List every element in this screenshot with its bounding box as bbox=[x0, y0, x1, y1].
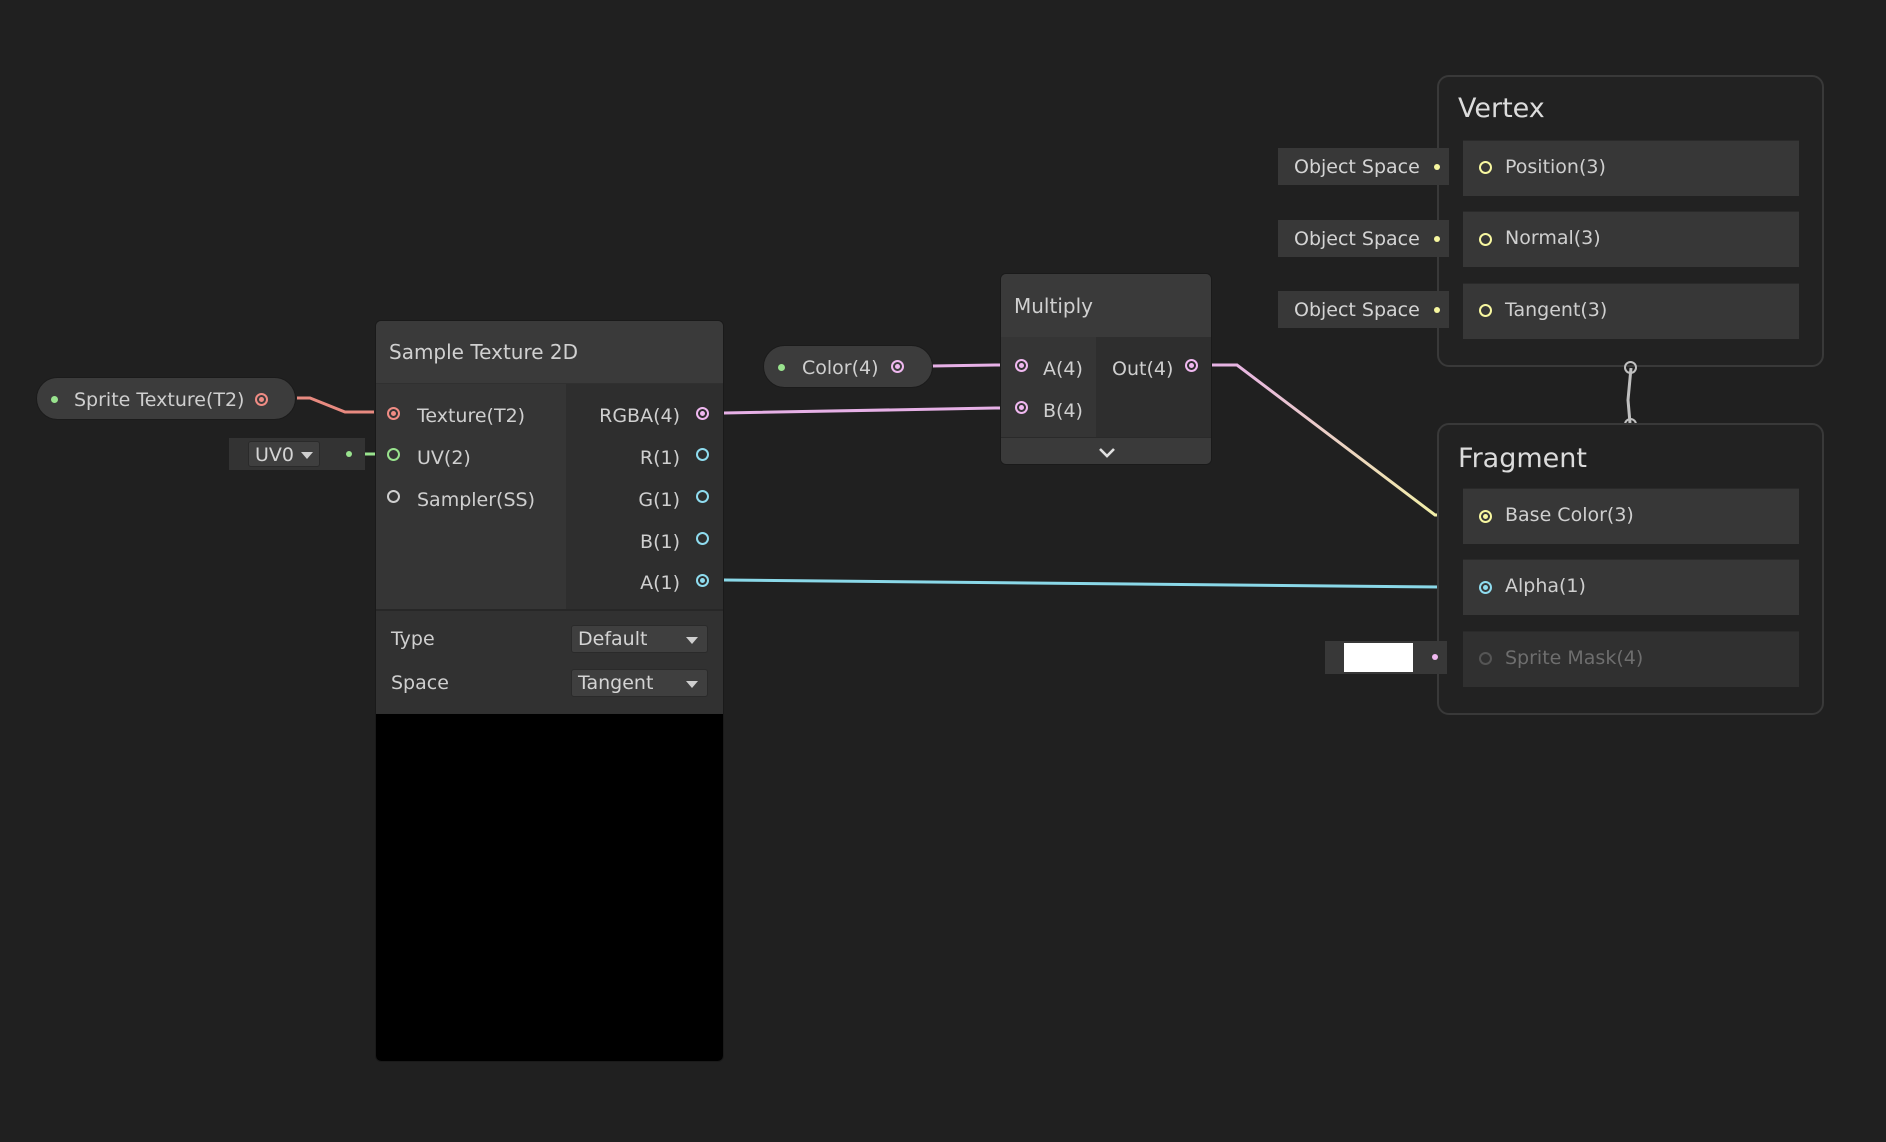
alpha-input-port[interactable] bbox=[1479, 581, 1492, 594]
type-label: Type bbox=[391, 628, 435, 650]
position-input-port[interactable] bbox=[1479, 161, 1492, 174]
sprite-mask-inline-field[interactable] bbox=[1325, 641, 1447, 674]
sampler-input-port[interactable] bbox=[387, 490, 400, 503]
position-space-tag[interactable]: Object Space bbox=[1278, 148, 1449, 185]
sprite-texture-property-node[interactable]: Sprite Texture(T2) bbox=[36, 377, 296, 420]
b-output-label: B(1) bbox=[640, 531, 680, 553]
space-output-dot bbox=[1434, 307, 1440, 313]
swatch-output-dot bbox=[1432, 654, 1438, 660]
color-output-port[interactable] bbox=[891, 360, 904, 373]
node-title[interactable]: Sample Texture 2D bbox=[376, 321, 723, 383]
space-output-dot bbox=[1434, 164, 1440, 170]
dropdown-caret-icon bbox=[686, 681, 698, 688]
normal-input-port[interactable] bbox=[1479, 233, 1492, 246]
base-color-label: Base Color(3) bbox=[1505, 504, 1634, 526]
uv-output-dot bbox=[346, 451, 352, 457]
vertex-context[interactable]: Vertex Position(3) Normal(3) Tangent(3) bbox=[1437, 75, 1824, 367]
a-input-port[interactable] bbox=[1015, 359, 1028, 372]
sprite-mask-input-port[interactable] bbox=[1479, 652, 1492, 665]
space-label: Space bbox=[391, 672, 449, 694]
normal-space-tag[interactable]: Object Space bbox=[1278, 220, 1449, 257]
texture-input-port[interactable] bbox=[387, 407, 400, 420]
position-space-value: Object Space bbox=[1294, 156, 1420, 178]
sample-texture-2d-node[interactable]: Sample Texture 2D Texture(T2) UV(2) Samp… bbox=[375, 320, 724, 1062]
a-input-label: A(4) bbox=[1043, 358, 1083, 380]
tangent-space-value: Object Space bbox=[1294, 299, 1420, 321]
uv-input-label: UV(2) bbox=[417, 447, 471, 469]
property-exposed-dot bbox=[51, 396, 58, 403]
uv-channel-value: UV0 bbox=[255, 444, 294, 466]
g-output-port[interactable] bbox=[696, 490, 709, 503]
fragment-context[interactable]: Fragment Base Color(3) Alpha(1) Sprite M… bbox=[1437, 423, 1824, 715]
b-input-port[interactable] bbox=[1015, 401, 1028, 414]
space-dropdown[interactable]: Tangent bbox=[571, 669, 708, 697]
tangent-space-tag[interactable]: Object Space bbox=[1278, 291, 1449, 328]
alpha-block[interactable]: Alpha(1) bbox=[1463, 559, 1799, 615]
space-output-dot bbox=[1434, 236, 1440, 242]
out-output-port[interactable] bbox=[1185, 359, 1198, 372]
dropdown-caret-icon bbox=[301, 452, 313, 459]
vertex-flow-output-port[interactable] bbox=[1624, 361, 1637, 374]
b-input-label: B(4) bbox=[1043, 400, 1083, 422]
sprite-texture-output-port[interactable] bbox=[255, 393, 268, 406]
rgba-output-label: RGBA(4) bbox=[599, 405, 680, 427]
position-block[interactable]: Position(3) bbox=[1463, 140, 1799, 196]
r-output-label: R(1) bbox=[639, 447, 680, 469]
uv-channel-dropdown[interactable]: UV0 bbox=[248, 441, 320, 467]
vertex-title: Vertex bbox=[1458, 93, 1545, 124]
expand-preview-button[interactable] bbox=[1001, 437, 1211, 464]
type-dropdown[interactable]: Default bbox=[571, 625, 708, 653]
fragment-title: Fragment bbox=[1458, 443, 1587, 474]
position-label: Position(3) bbox=[1505, 156, 1606, 178]
a-output-label: A(1) bbox=[640, 572, 680, 594]
node-title[interactable]: Multiply bbox=[1001, 274, 1211, 337]
out-output-label: Out(4) bbox=[1112, 358, 1174, 380]
color-property-node[interactable]: Color(4) bbox=[763, 345, 933, 388]
space-value: Tangent bbox=[578, 672, 654, 694]
alpha-label: Alpha(1) bbox=[1505, 575, 1586, 597]
r-output-port[interactable] bbox=[696, 448, 709, 461]
g-output-label: G(1) bbox=[638, 489, 680, 511]
normal-space-value: Object Space bbox=[1294, 228, 1420, 250]
normal-block[interactable]: Normal(3) bbox=[1463, 211, 1799, 267]
wire-rgba-to-b bbox=[723, 406, 1016, 415]
wire-sprite-texture bbox=[297, 396, 374, 414]
color-label: Color(4) bbox=[802, 357, 879, 379]
wire-out-to-basecolor bbox=[1200, 363, 1466, 517]
base-color-input-port[interactable] bbox=[1479, 510, 1492, 523]
wire-vertex-fragment-flow bbox=[1626, 367, 1633, 424]
tangent-label: Tangent(3) bbox=[1505, 299, 1608, 321]
sampler-input-label: Sampler(SS) bbox=[417, 489, 535, 511]
texture-preview bbox=[376, 714, 723, 1061]
sprite-mask-block[interactable]: Sprite Mask(4) bbox=[1463, 631, 1799, 687]
multiply-node[interactable]: Multiply A(4) B(4) Out(4) bbox=[1000, 273, 1212, 465]
tangent-block[interactable]: Tangent(3) bbox=[1463, 283, 1799, 339]
b-output-port[interactable] bbox=[696, 532, 709, 545]
dropdown-caret-icon bbox=[686, 637, 698, 644]
uv-channel-inline-panel: UV0 bbox=[229, 438, 365, 470]
normal-label: Normal(3) bbox=[1505, 227, 1601, 249]
base-color-block[interactable]: Base Color(3) bbox=[1463, 488, 1799, 544]
texture-input-label: Texture(T2) bbox=[417, 405, 526, 427]
a-output-port[interactable] bbox=[696, 574, 709, 587]
output-ports-panel bbox=[1096, 337, 1211, 437]
tangent-input-port[interactable] bbox=[1479, 304, 1492, 317]
rgba-output-port[interactable] bbox=[696, 407, 709, 420]
sprite-mask-label: Sprite Mask(4) bbox=[1505, 647, 1644, 669]
chevron-down-icon bbox=[1099, 448, 1115, 458]
wire-alpha bbox=[723, 578, 1466, 589]
uv-input-port[interactable] bbox=[387, 448, 400, 461]
sprite-mask-color-swatch[interactable] bbox=[1344, 643, 1413, 672]
sprite-texture-label: Sprite Texture(T2) bbox=[74, 389, 245, 411]
type-value: Default bbox=[578, 628, 648, 650]
property-exposed-dot bbox=[778, 364, 785, 371]
